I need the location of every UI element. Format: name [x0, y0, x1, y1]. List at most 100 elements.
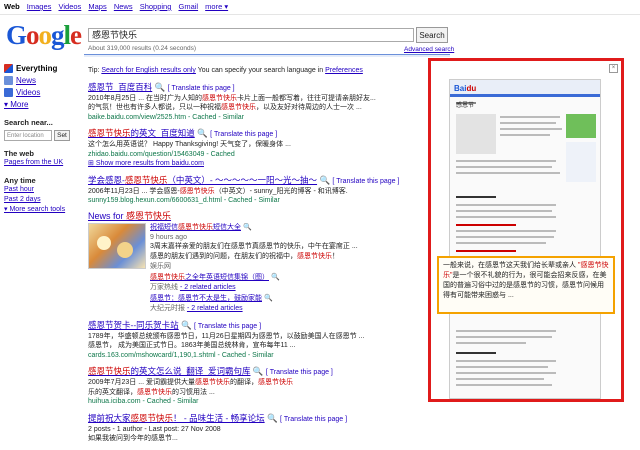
result-snippet: 这个怎么用英语说？ Happy Thanksgiving! 天气变了，保暖身体 …: [88, 141, 291, 148]
sidebar-item-more[interactable]: ▾ More: [4, 98, 80, 110]
preferences-link[interactable]: Preferences: [325, 67, 363, 74]
news-item-source: 万家热线: [150, 284, 178, 291]
translate-link[interactable]: [ Translate this page ]: [168, 85, 235, 92]
news-item-time: 9 hours ago: [150, 233, 187, 241]
everything-icon: [4, 63, 13, 73]
result-url[interactable]: cards.163.com/mshowcard/1,190,1.shtml - …: [88, 351, 424, 361]
result-title-link[interactable]: 感恩节贺卡--同乐贺卡站: [88, 320, 179, 330]
preview-magnifier-icon[interactable]: 🔍: [264, 295, 273, 302]
related-articles-link[interactable]: - 2 related articles: [180, 284, 236, 291]
nav-images[interactable]: Images: [27, 2, 52, 11]
result-snippet: 乐的英文翻译，感恩节快乐的习惯用法 ...: [88, 388, 215, 396]
news-item-source: 大纪元时报: [150, 305, 185, 312]
any-time-heading: Any time: [4, 176, 36, 185]
videos-icon: [4, 87, 13, 97]
set-location-button[interactable]: Set: [54, 130, 70, 141]
results-column: Tip: Search for English results only You…: [88, 66, 424, 450]
result-title-link[interactable]: 感恩节快乐的英文_百度知道: [88, 128, 195, 138]
search-result: 提前祝大家感恩节快乐！ - 品味生活 - 畅享论坛 🔍 [ Translate …: [88, 413, 424, 444]
result-url[interactable]: zhidao.baidu.com/question/15463049 - Cac…: [88, 150, 424, 160]
location-input[interactable]: Enter location: [4, 130, 52, 141]
nav-gmail[interactable]: Gmail: [178, 2, 198, 11]
sidebar-item-everything[interactable]: Everything: [4, 62, 80, 74]
results-count: About 319,000 results (0.24 seconds): [88, 45, 197, 52]
nav-news[interactable]: News: [114, 2, 133, 11]
result-url[interactable]: sunny159.blog.hexun.com/6600631_d.html -…: [88, 196, 424, 206]
preview-magnifier-icon[interactable]: 🔍: [181, 320, 192, 330]
news-icon: [4, 75, 13, 85]
result-title-link[interactable]: 学会感恩-感恩节快乐（中英文）- 〜〜〜〜〜一阳〜光〜抽〜: [88, 175, 317, 185]
search-result: 学会感恩-感恩节快乐（中英文）- 〜〜〜〜〜一阳〜光〜抽〜 🔍 [ Transl…: [88, 175, 424, 206]
nav-web[interactable]: Web: [4, 2, 20, 11]
news-block: News for 感恩节快乐 祝福短信感恩节快乐短信大全 🔍 9 hours a…: [88, 211, 424, 314]
sidebar-item-news[interactable]: News: [4, 74, 80, 86]
nav-shopping[interactable]: Shopping: [140, 2, 172, 11]
search-near-heading: Search near...: [4, 118, 53, 127]
nav-maps[interactable]: Maps: [88, 2, 106, 11]
english-only-link[interactable]: Search for English results only: [101, 67, 196, 74]
result-url[interactable]: baike.baidu.com/view/2525.htm - Cached -…: [88, 113, 424, 123]
result-snippet: 如果我被问到今年的感恩节...: [88, 435, 178, 442]
show-more-results-link[interactable]: ⊞ Show more results from baidu.com: [88, 159, 424, 169]
close-icon[interactable]: ×: [609, 64, 618, 73]
pages-from-uk-link[interactable]: Pages from the UK: [4, 158, 80, 168]
top-nav: Web Images Videos Maps News Shopping Gma…: [4, 2, 233, 11]
search-input[interactable]: 感恩节快乐: [88, 28, 414, 42]
news-heading-link[interactable]: News for 感恩节快乐: [88, 211, 424, 222]
more-search-tools-link[interactable]: ▾ More search tools: [4, 205, 80, 215]
preview-magnifier-icon[interactable]: 🔍: [197, 128, 208, 138]
preview-zoom-callout: 一般来说，在感恩节这天我们给长辈或亲人 "感恩节快乐"是一个很不礼貌的行为，很可…: [437, 256, 615, 314]
result-snippet: 1789年，华盛顿总统颁布感恩节日，11月26日星期四为感恩节，以鼓励美国人在感…: [88, 332, 365, 340]
result-snippet: 2009年7月23日 ... 爱词霸提供大量感恩节快乐的翻译，感恩节快乐: [88, 379, 293, 386]
preview-magnifier-icon[interactable]: 🔍: [155, 82, 166, 92]
news-item-title[interactable]: 感恩节快乐之全年英语短信集锦（图）: [150, 274, 269, 281]
nav-more[interactable]: more ▾: [205, 2, 228, 11]
language-tip: Tip: Search for English results only You…: [88, 67, 363, 74]
result-title-link[interactable]: 感恩节_百度百科: [88, 82, 152, 92]
search-result: 感恩节快乐的英文怎么说_翻译_爱词霸句库 🔍 [ Translate this …: [88, 366, 424, 407]
result-snippet: 2 posts - 1 author - Last post: 27 Nov 2…: [88, 425, 221, 433]
news-item-snippet: 感恩的朋友们遇到的问题，在朋友们的祝福中，感恩节快乐！: [150, 252, 339, 260]
preview-page-thumbnail[interactable]: Baidu 感恩节: [449, 79, 601, 399]
translate-link[interactable]: [ Translate this page ]: [210, 131, 277, 138]
news-item-title[interactable]: 祝福短信感恩节快乐短信大全: [150, 224, 241, 231]
news-item-source: 娱乐网: [150, 263, 171, 270]
left-sidebar: Everything News Videos ▾ More Search nea…: [4, 62, 80, 215]
result-snippet: 2010年8月25日 ... 在当时广为人知的感恩节快乐卡片上面一般都写着，往往…: [88, 94, 376, 102]
result-url[interactable]: huihua.iciba.com - Cached - Similar: [88, 397, 424, 407]
news-item-snippet: 3周末嘉祥亲爱的朋友们在感恩节真感恩节的快乐，中午在宴席正 ...: [150, 243, 358, 250]
sidebar-item-videos[interactable]: Videos: [4, 86, 80, 98]
search-result: 感恩节_百度百科 🔍 [ Translate this page ] 2010年…: [88, 82, 424, 123]
results-divider: [84, 54, 450, 57]
google-logo[interactable]: Google: [6, 20, 82, 51]
result-snippet: 的气氛！世也有许多人都说，只以一种祝福感恩节快乐，以及友好对待周边的人士一次 .…: [88, 104, 362, 111]
translate-link[interactable]: [ Translate this page ]: [280, 416, 347, 423]
the-web-heading: The web: [4, 149, 35, 158]
result-title-link[interactable]: 感恩节快乐的英文怎么说_翻译_爱词霸句库: [88, 366, 250, 376]
news-item-title[interactable]: 感恩节：感恩节不太是生，鼓励家能: [150, 295, 262, 302]
search-result: 感恩节快乐的英文_百度知道 🔍 [ Translate this page ] …: [88, 128, 424, 169]
search-button[interactable]: Search: [416, 27, 448, 43]
news-thumbnail[interactable]: [88, 223, 146, 269]
preview-magnifier-icon[interactable]: 🔍: [267, 413, 278, 423]
advanced-search-link[interactable]: Advanced search: [404, 46, 454, 53]
related-articles-link[interactable]: - 2 related articles: [187, 305, 243, 312]
search-result: 感恩节贺卡--同乐贺卡站 🔍 [ Translate this page ] 1…: [88, 320, 424, 361]
result-snippet: 2006年11月23日 ... 学会感恩-感恩节快乐（中英文）- sunny_阳…: [88, 187, 348, 195]
past-2-days-link[interactable]: Past 2 days: [4, 195, 80, 205]
preview-magnifier-icon[interactable]: 🔍: [253, 366, 264, 376]
preview-magnifier-icon[interactable]: 🔍: [319, 175, 330, 185]
result-title-link[interactable]: 提前祝大家感恩节快乐！ - 品味生活 - 畅享论坛: [88, 413, 265, 423]
result-snippet: 感恩节， 成为美国正式节日。1863年美国总统林肯，宣布每年11 ...: [88, 342, 296, 349]
translate-link[interactable]: [ Translate this page ]: [332, 178, 399, 185]
top-nav-bar: Web Images Videos Maps News Shopping Gma…: [0, 0, 640, 15]
translate-link[interactable]: [ Translate this page ]: [194, 323, 261, 330]
preview-magnifier-icon[interactable]: 🔍: [243, 224, 252, 231]
translate-link[interactable]: [ Translate this page ]: [266, 369, 333, 376]
preview-page-title: 感恩节: [456, 103, 475, 109]
preview-magnifier-icon[interactable]: 🔍: [271, 274, 280, 281]
past-hour-link[interactable]: Past hour: [4, 185, 80, 195]
preview-site-logo: Baidu: [454, 84, 477, 93]
instant-preview-panel: × Baidu 感恩节 一般来说，在感恩节这天我们给长辈或亲人 "感恩节快乐"是…: [428, 58, 624, 402]
nav-videos[interactable]: Videos: [59, 2, 82, 11]
